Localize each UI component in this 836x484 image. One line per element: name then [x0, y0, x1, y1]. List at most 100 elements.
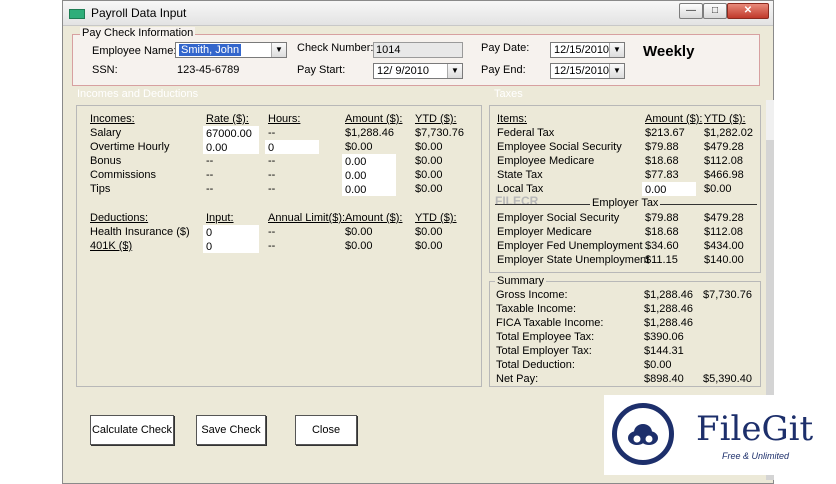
close-button[interactable]: Close: [295, 415, 357, 445]
maximize-button[interactable]: □: [703, 3, 727, 19]
summary-amount: $144.31: [644, 345, 684, 357]
income-item: Overtime Hourly: [90, 141, 170, 153]
employer-tax-item: Employer State Unemployment: [497, 254, 650, 266]
overtime-hours-input[interactable]: 0: [265, 140, 319, 154]
deduction-limit: --: [268, 226, 276, 238]
employee-name-select[interactable]: Smith, John ▼: [175, 42, 287, 58]
income-ytd: $0.00: [415, 141, 443, 153]
paycheck-group-label: Pay Check Information: [80, 27, 196, 39]
window-title: Payroll Data Input: [91, 6, 187, 20]
commissions-amount-input[interactable]: 0.00: [342, 168, 396, 182]
deduction-ytd: $0.00: [415, 240, 443, 252]
title-bar[interactable]: Payroll Data Input — □ ✕: [63, 1, 773, 26]
employer-tax-amount: $79.88: [645, 212, 679, 224]
employer-tax-ytd: $434.00: [704, 240, 744, 252]
income-rate: --: [206, 155, 214, 167]
input-header: Input:: [206, 212, 234, 224]
calendar-dropdown-icon[interactable]: ▼: [447, 64, 462, 78]
income-amount: $0.00: [345, 141, 373, 153]
pay-end-label: Pay End:: [481, 64, 526, 76]
app-icon: [69, 9, 85, 19]
summary-amount: $898.40: [644, 373, 684, 385]
summary-item: Total Employee Tax:: [496, 331, 595, 343]
summary-item: FICA Taxable Income:: [496, 317, 604, 329]
check-number-field[interactable]: 1014: [373, 42, 463, 58]
local-tax-input[interactable]: 0.00: [642, 182, 696, 196]
salary-rate-input[interactable]: 67000.00: [203, 126, 259, 140]
income-amount: $1,288.46: [345, 127, 394, 139]
employee-name-label: Employee Name:: [92, 45, 177, 57]
deduction-item: Health Insurance ($): [90, 226, 190, 238]
pay-start-value: 12/ 9/2010: [377, 65, 429, 77]
pay-end-picker[interactable]: 12/15/2010 ▼: [550, 63, 625, 79]
amount-header: Amount ($):: [345, 113, 403, 125]
check-number-label: Check Number:: [297, 42, 374, 54]
summary-amount: $1,288.46: [644, 303, 693, 315]
summary-item: Total Deduction:: [496, 359, 575, 371]
tax-ytd: $466.98: [704, 169, 744, 181]
summary-label: Summary: [495, 275, 547, 287]
tax-ytd: $0.00: [704, 183, 732, 195]
deduction-ytd: $0.00: [415, 226, 443, 238]
deduction-amount-header: Amount ($):: [345, 212, 403, 224]
filegit-tagline: Free & Unlimited: [722, 451, 790, 461]
chevron-down-icon[interactable]: ▼: [271, 43, 286, 57]
pay-date-value: 12/15/2010: [554, 44, 610, 56]
tips-amount-input[interactable]: 0.00: [342, 182, 396, 196]
tax-item: Local Tax: [497, 183, 544, 195]
hours-header: Hours:: [268, 113, 301, 125]
overtime-rate-input[interactable]: 0.00: [203, 140, 259, 154]
calendar-dropdown-icon[interactable]: ▼: [609, 43, 624, 57]
bonus-amount-input[interactable]: 0.00: [342, 154, 396, 168]
health-insurance-input[interactable]: 0: [203, 225, 259, 239]
incomes-header: Incomes:: [90, 113, 135, 125]
tax-ytd: $112.08: [704, 155, 743, 167]
filegit-brand: FileGit: [696, 409, 814, 449]
employer-tax-item: Employer Medicare: [497, 226, 592, 238]
income-hours: --: [268, 155, 276, 167]
deduction-item[interactable]: 401K ($): [90, 240, 132, 252]
income-item: Salary: [90, 127, 122, 139]
rate-header: Rate ($):: [206, 113, 249, 125]
income-rate: --: [206, 169, 214, 181]
401k-input[interactable]: 0: [203, 239, 259, 253]
pay-date-label: Pay Date:: [481, 42, 530, 54]
summary-amount: $0.00: [644, 359, 672, 371]
summary-amount: $1,288.46: [644, 289, 693, 301]
pay-end-value: 12/15/2010: [554, 65, 610, 77]
summary-ytd: $7,730.76: [703, 289, 752, 301]
ssn-label: SSN:: [92, 64, 118, 76]
deductions-header: Deductions:: [90, 212, 149, 224]
calculate-check-button[interactable]: Calculate Check: [90, 415, 174, 445]
close-window-button[interactable]: ✕: [727, 3, 769, 19]
incomes-section-label: Incomes and Deductions: [77, 88, 199, 100]
annual-limit-header: Annual Limit($):: [268, 212, 346, 224]
ssn-value: 123-45-6789: [177, 64, 240, 76]
save-check-button[interactable]: Save Check: [196, 415, 266, 445]
cloud-icon: [628, 424, 658, 445]
tax-amount: $18.68: [645, 155, 679, 167]
tax-item: Federal Tax: [497, 127, 555, 139]
employer-tax-amount: $18.68: [645, 226, 679, 238]
employer-tax-amount: $34.60: [645, 240, 679, 252]
pay-start-label: Pay Start:: [297, 64, 346, 76]
summary-item: Net Pay:: [496, 373, 539, 385]
tax-ytd: $1,282.02: [704, 127, 753, 139]
employer-tax-ytd: $479.28: [704, 212, 744, 224]
income-ytd: $0.00: [415, 155, 443, 167]
tax-amount: $79.88: [645, 141, 679, 153]
minimize-button[interactable]: —: [679, 3, 703, 19]
tax-ytd-header: YTD ($):: [704, 113, 746, 125]
calendar-dropdown-icon[interactable]: ▼: [609, 64, 624, 78]
tax-amount: $77.83: [645, 169, 679, 181]
pay-date-picker[interactable]: 12/15/2010 ▼: [550, 42, 625, 58]
tax-item: State Tax: [497, 169, 543, 181]
income-item: Bonus: [90, 155, 122, 167]
pay-start-picker[interactable]: 12/ 9/2010 ▼: [373, 63, 463, 79]
employer-tax-item: Employer Fed Unemployment: [497, 240, 643, 252]
employer-tax-ytd: $112.08: [704, 226, 743, 238]
cloud-logo-icon: [612, 403, 674, 465]
income-ytd: $7,730.76: [415, 127, 464, 139]
summary-amount: $390.06: [644, 331, 684, 343]
income-item: Tips: [90, 183, 111, 195]
